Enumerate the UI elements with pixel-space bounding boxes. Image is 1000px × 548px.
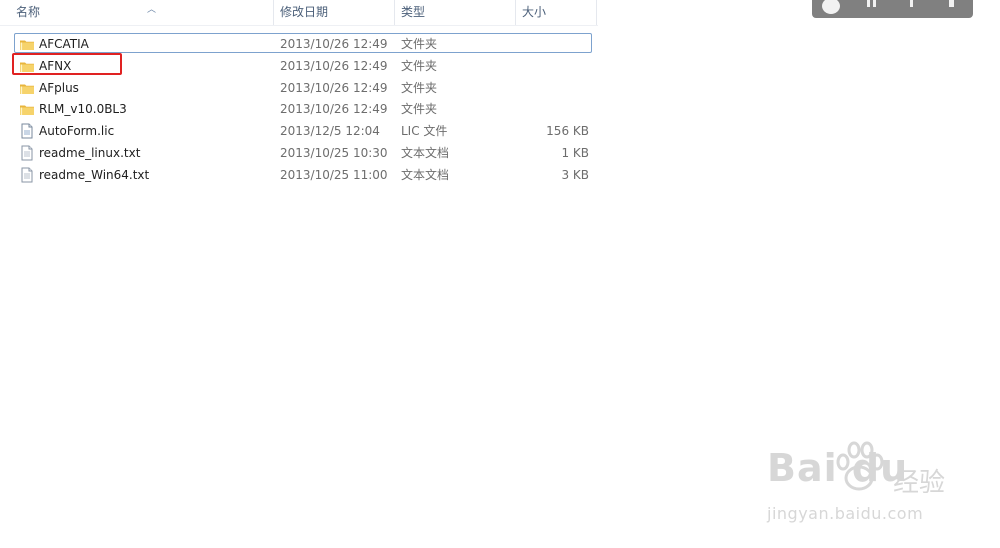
bar-icon: [949, 0, 954, 7]
file-row[interactable]: readme_Win64.txt 2013/10/25 11:00 文本文档 3 KB: [14, 164, 592, 184]
watermark-url: jingyan.baidu.com: [767, 504, 924, 523]
file-size: 3 KB: [561, 167, 589, 182]
bar-icon: [910, 0, 913, 7]
lic-file-icon: [19, 123, 35, 139]
file-type: 文件夹: [401, 37, 438, 51]
watermark-brand-cn: 经验: [893, 468, 946, 498]
file-date: 2013/10/25 10:30: [280, 146, 388, 160]
file-type: LIC 文件: [401, 124, 448, 139]
file-size: [521, 99, 589, 119]
column-header-date[interactable]: 修改日期: [274, 0, 395, 25]
top-right-toolbar-fragment: [812, 0, 973, 18]
file-date: 2013/10/26 12:49: [280, 58, 388, 73]
folder-icon: [19, 36, 35, 52]
file-row[interactable]: AFCATIA 2013/10/26 12:49 文件夹: [14, 33, 592, 53]
column-header-type[interactable]: 类型: [395, 0, 516, 25]
folder-icon: [19, 80, 35, 96]
column-header-size-label: 大小: [522, 5, 547, 19]
column-header-name-label: 名称: [16, 5, 41, 19]
file-type: 文件夹: [401, 102, 438, 117]
file-name: AutoForm.lic: [39, 124, 115, 139]
file-size: [521, 34, 589, 54]
text-file-icon: [19, 167, 35, 183]
column-header-size[interactable]: 大小: [516, 0, 597, 25]
folder-icon: [19, 101, 35, 117]
circle-icon: [822, 0, 840, 14]
column-header-type-label: 类型: [401, 5, 426, 19]
file-size: [521, 56, 589, 76]
column-header-date-label: 修改日期: [280, 5, 329, 19]
column-header-bar: 名称 ︿ 修改日期 类型 大小: [0, 0, 598, 26]
file-type: 文本文档: [401, 146, 450, 160]
red-highlight-annotation: [12, 53, 122, 75]
file-date: 2013/10/26 12:49: [280, 80, 388, 95]
file-type: 文件夹: [401, 80, 438, 95]
file-date: 2013/10/26 12:49: [280, 37, 388, 51]
file-name: AFplus: [39, 80, 79, 95]
bar-icon: [873, 0, 876, 7]
file-size: [521, 78, 589, 98]
file-date: 2013/10/25 11:00: [280, 167, 388, 182]
file-row[interactable]: AutoForm.lic 2013/12/5 12:04 LIC 文件 156 KB: [14, 120, 592, 140]
baidu-jingyan-watermark: Bai du 经验 jingyan.baidu.com: [765, 440, 955, 535]
file-row[interactable]: readme_linux.txt 2013/10/25 10:30 文本文档 1 KB: [14, 142, 592, 162]
file-name: readme_Win64.txt: [39, 167, 150, 182]
text-file-icon: [19, 145, 35, 161]
file-size: 1 KB: [561, 146, 589, 160]
file-date: 2013/10/26 12:49: [280, 102, 388, 117]
file-size: 156 KB: [546, 124, 589, 139]
file-type: 文件夹: [401, 58, 438, 73]
file-row[interactable]: AFplus 2013/10/26 12:49 文件夹: [14, 77, 592, 97]
file-name: RLM_v10.0BL3: [39, 102, 127, 117]
file-row[interactable]: RLM_v10.0BL3 2013/10/26 12:49 文件夹: [14, 98, 592, 118]
bar-icon: [867, 0, 870, 7]
file-name: readme_linux.txt: [39, 146, 141, 160]
sort-ascending-icon: ︿: [147, 5, 157, 15]
file-date: 2013/12/5 12:04: [280, 124, 380, 139]
file-name: AFCATIA: [39, 37, 89, 51]
paw-logo-icon: [836, 441, 884, 491]
file-type: 文本文档: [401, 167, 450, 182]
column-header-name[interactable]: 名称 ︿: [10, 0, 274, 25]
